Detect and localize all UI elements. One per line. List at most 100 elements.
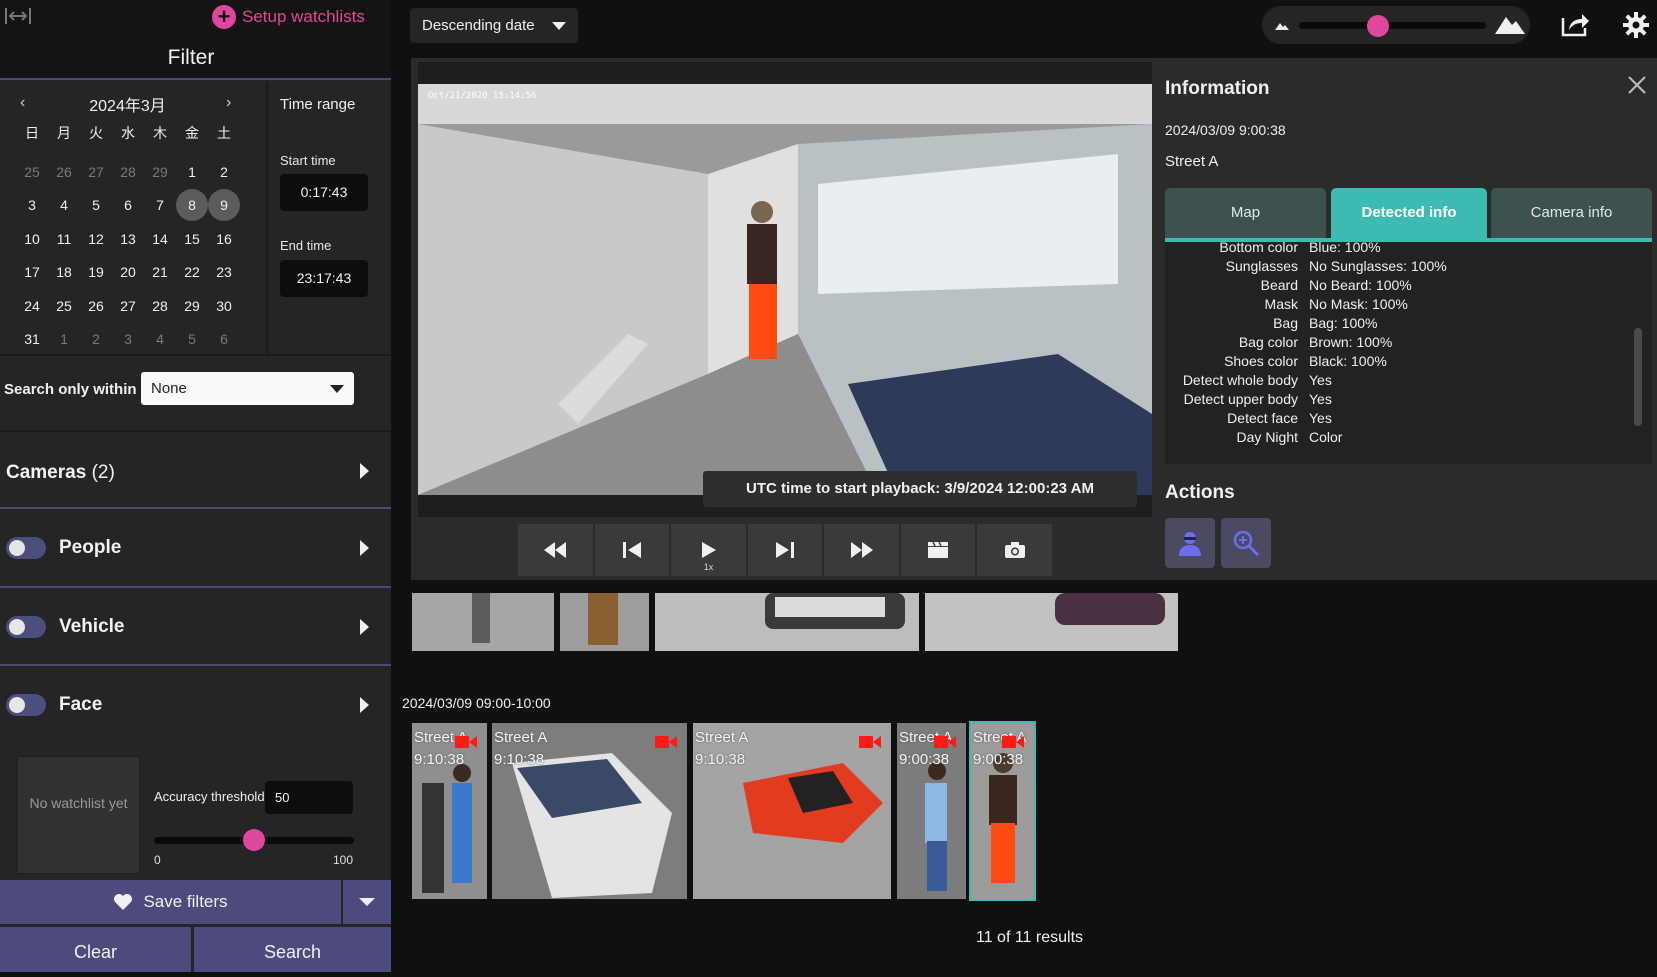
- tab-detected-info[interactable]: Detected info: [1331, 188, 1487, 238]
- thumbnail-size-slider[interactable]: [1262, 6, 1530, 44]
- calendar-day[interactable]: 22: [176, 256, 208, 288]
- snapshot-button[interactable]: [977, 524, 1053, 576]
- calendar-day[interactable]: 5: [176, 323, 208, 355]
- calendar-day[interactable]: 14: [144, 223, 176, 255]
- calendar-day[interactable]: 26: [48, 156, 80, 188]
- calendar-day[interactable]: 17: [16, 256, 48, 288]
- calendar-day[interactable]: 2: [80, 323, 112, 355]
- calendar-day[interactable]: 3: [16, 189, 48, 221]
- people-toggle[interactable]: [6, 537, 46, 559]
- calendar-day[interactable]: 6: [112, 189, 144, 221]
- calendar-day[interactable]: 18: [48, 256, 80, 288]
- calendar-day[interactable]: 13: [112, 223, 144, 255]
- clear-button[interactable]: Clear: [0, 927, 191, 972]
- calendar-day[interactable]: 6: [208, 323, 240, 355]
- calendar-day[interactable]: 20: [112, 256, 144, 288]
- calendar-day[interactable]: 1: [48, 323, 80, 355]
- search-button[interactable]: Search: [194, 927, 391, 972]
- attribute-value: Brown: 100%: [1309, 334, 1393, 350]
- start-time-input[interactable]: 0:17:43: [280, 174, 368, 211]
- calendar-day[interactable]: 26: [80, 290, 112, 322]
- cameras-section[interactable]: Cameras (2): [0, 433, 391, 511]
- sort-dropdown[interactable]: Descending date: [410, 8, 578, 43]
- accuracy-slider-handle[interactable]: [243, 829, 265, 851]
- result-thumbnail[interactable]: Street A 9:10:38: [492, 723, 687, 899]
- setup-watchlists-link[interactable]: + Setup watchlists: [212, 4, 365, 30]
- calendar-day[interactable]: 28: [112, 156, 144, 188]
- calendar-day[interactable]: 28: [144, 290, 176, 322]
- accuracy-threshold-input[interactable]: 50: [265, 781, 353, 814]
- calendar-day[interactable]: 7: [144, 189, 176, 221]
- calendar-day[interactable]: 9: [208, 189, 240, 221]
- calendar-day[interactable]: 25: [16, 156, 48, 188]
- save-filters-button[interactable]: Save filters: [0, 880, 341, 924]
- calendar-day[interactable]: 19: [80, 256, 112, 288]
- calendar-day[interactable]: 12: [80, 223, 112, 255]
- calendar-day[interactable]: 31: [16, 323, 48, 355]
- detected-attributes[interactable]: Bottom color Blue: 100% Sunglasses No Sungl…: [1165, 242, 1652, 464]
- expand-panel-icon[interactable]: [4, 6, 32, 26]
- save-filters-dropdown[interactable]: [343, 880, 391, 924]
- calendar-day[interactable]: 16: [208, 223, 240, 255]
- fast-rewind-button[interactable]: [518, 524, 593, 576]
- chevron-right-icon[interactable]: ›: [226, 94, 231, 112]
- calendar-day[interactable]: 27: [112, 290, 144, 322]
- skip-back-button[interactable]: [594, 524, 670, 576]
- face-section[interactable]: Face: [0, 667, 391, 745]
- people-label: People: [59, 537, 122, 558]
- thumbnail[interactable]: [412, 593, 554, 651]
- video-camera-icon[interactable]: [655, 735, 677, 749]
- close-icon[interactable]: [1626, 74, 1648, 96]
- skip-forward-button[interactable]: [747, 524, 823, 576]
- zoom-track[interactable]: [1299, 22, 1486, 29]
- calendar-day[interactable]: 25: [48, 290, 80, 322]
- video-camera-icon[interactable]: [859, 735, 881, 749]
- people-section[interactable]: People: [0, 510, 391, 588]
- similar-search-button[interactable]: [1221, 518, 1271, 568]
- gear-icon[interactable]: [1623, 12, 1649, 38]
- calendar-day[interactable]: 30: [208, 290, 240, 322]
- clip-button[interactable]: [900, 524, 976, 576]
- chevron-left-icon[interactable]: ‹: [20, 94, 25, 112]
- attributes-scrollbar[interactable]: [1634, 328, 1642, 426]
- calendar-day[interactable]: 5: [80, 189, 112, 221]
- calendar-day[interactable]: 1: [176, 156, 208, 188]
- calendar-day[interactable]: 10: [16, 223, 48, 255]
- calendar-day[interactable]: 15: [176, 223, 208, 255]
- video-player[interactable]: [418, 84, 1152, 495]
- play-button[interactable]: 1x: [671, 524, 746, 576]
- vehicle-section[interactable]: Vehicle: [0, 589, 391, 667]
- calendar-day[interactable]: 4: [144, 323, 176, 355]
- calendar-day[interactable]: 29: [176, 290, 208, 322]
- search-within-select[interactable]: None: [141, 372, 354, 405]
- tab-camera-info[interactable]: Camera info: [1491, 188, 1652, 238]
- thumbnail[interactable]: [560, 593, 649, 651]
- result-thumbnail[interactable]: Street A 9:10:38: [412, 723, 487, 899]
- tab-map[interactable]: Map: [1165, 188, 1326, 238]
- thumbnail[interactable]: [655, 593, 919, 651]
- export-icon[interactable]: [1560, 10, 1590, 38]
- thumbnail[interactable]: [925, 593, 1178, 651]
- result-thumbnail[interactable]: Street A 9:00:38: [969, 721, 1036, 901]
- result-thumbnail[interactable]: Street A 9:00:38: [897, 723, 966, 899]
- video-camera-icon[interactable]: [1002, 735, 1024, 749]
- calendar-day[interactable]: 21: [144, 256, 176, 288]
- face-toggle[interactable]: [6, 694, 46, 716]
- calendar-day[interactable]: 8: [176, 189, 208, 221]
- video-camera-icon[interactable]: [934, 735, 956, 749]
- person-search-button[interactable]: [1165, 518, 1215, 568]
- end-time-input[interactable]: 23:17:43: [280, 260, 368, 297]
- calendar-day[interactable]: 4: [48, 189, 80, 221]
- calendar-day[interactable]: 27: [80, 156, 112, 188]
- calendar-day[interactable]: 11: [48, 223, 80, 255]
- vehicle-toggle[interactable]: [6, 616, 46, 638]
- calendar-day[interactable]: 29: [144, 156, 176, 188]
- calendar-day[interactable]: 23: [208, 256, 240, 288]
- result-thumbnail[interactable]: Street A 9:10:38: [693, 723, 891, 899]
- calendar-day[interactable]: 3: [112, 323, 144, 355]
- calendar-day[interactable]: 2: [208, 156, 240, 188]
- video-camera-icon[interactable]: [455, 735, 477, 749]
- zoom-slider-handle[interactable]: [1366, 15, 1389, 37]
- fast-forward-button[interactable]: [824, 524, 899, 576]
- calendar-day[interactable]: 24: [16, 290, 48, 322]
